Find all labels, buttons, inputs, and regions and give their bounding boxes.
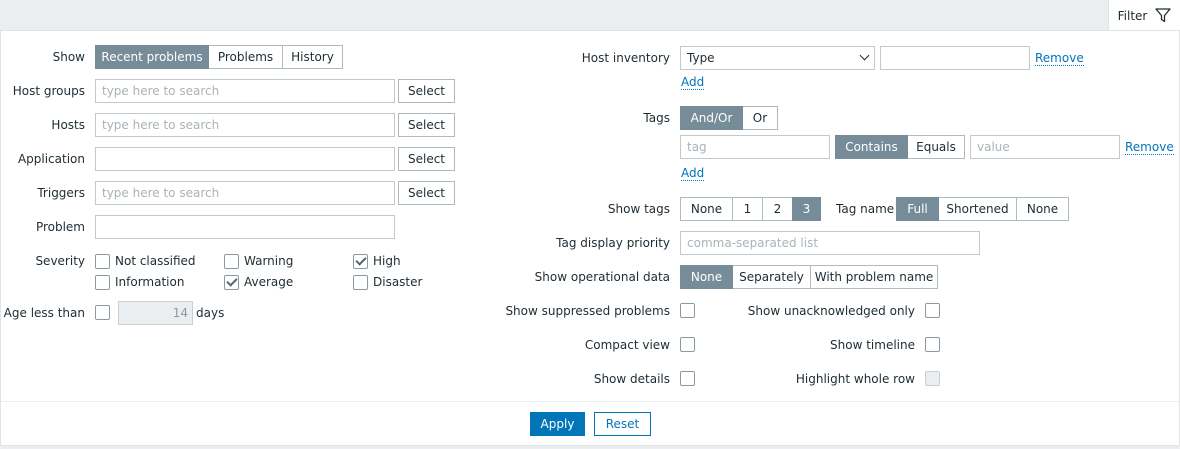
filter-tab[interactable]: Filter xyxy=(1108,0,1180,31)
tag-add-link[interactable]: Add xyxy=(681,166,705,181)
highlight-whole-row-checkbox[interactable] xyxy=(925,371,940,386)
compact-view-label: Compact view xyxy=(584,338,670,352)
application-input[interactable] xyxy=(95,147,395,171)
show-unacknowledged-label: Show unacknowledged only xyxy=(747,304,915,318)
severity-information-label: Information xyxy=(115,275,185,289)
tag-name-segmented: Full Shortened None xyxy=(896,197,1069,221)
filter-panel: Show Recent problems Problems History Ho… xyxy=(0,30,1180,446)
show-tags-3-button[interactable]: 3 xyxy=(792,197,821,221)
show-tags-none-button[interactable]: None xyxy=(680,197,733,221)
operational-data-none-button[interactable]: None xyxy=(680,265,733,289)
show-timeline-checkbox[interactable] xyxy=(925,337,940,352)
show-operational-data-label: Show operational data xyxy=(534,270,670,284)
severity-warning-checkbox[interactable] xyxy=(224,254,239,269)
age-days-input[interactable]: 14 xyxy=(118,301,193,325)
tags-and-or-button[interactable]: And/Or xyxy=(680,106,743,130)
apply-button[interactable]: Apply xyxy=(530,412,585,436)
tag-display-priority-label: Tag display priority xyxy=(556,236,670,250)
tag-display-priority-input[interactable] xyxy=(680,231,980,255)
host-inventory-type-select[interactable]: Type xyxy=(680,46,875,70)
severity-disaster-checkbox[interactable] xyxy=(353,275,368,290)
show-tags-segmented: None 1 2 3 xyxy=(680,197,821,221)
tag-remove-link[interactable]: Remove xyxy=(1125,140,1174,155)
show-details-checkbox[interactable] xyxy=(680,371,695,386)
tags-or-button[interactable]: Or xyxy=(742,106,778,130)
reset-button[interactable]: Reset xyxy=(594,412,651,436)
hosts-select-button[interactable]: Select xyxy=(398,113,455,137)
filter-tab-label: Filter xyxy=(1117,8,1148,23)
age-less-than-label: Age less than xyxy=(3,306,85,320)
funnel-icon xyxy=(1155,8,1172,23)
show-details-label: Show details xyxy=(593,372,670,386)
tags-label: Tags xyxy=(643,111,670,125)
hosts-input[interactable] xyxy=(95,113,395,137)
tag-name-full-button[interactable]: Full xyxy=(896,197,939,221)
show-tags-2-button[interactable]: 2 xyxy=(762,197,793,221)
host-inventory-remove-link[interactable]: Remove xyxy=(1035,51,1084,66)
host-inventory-value-input[interactable] xyxy=(880,46,1030,70)
severity-not-classified-checkbox[interactable] xyxy=(95,254,110,269)
tag-name-shortened-button[interactable]: Shortened xyxy=(938,197,1017,221)
severity-average-checkbox[interactable] xyxy=(224,275,239,290)
severity-label: Severity xyxy=(35,254,85,268)
application-select-button[interactable]: Select xyxy=(398,147,455,171)
show-label: Show xyxy=(52,50,85,64)
show-segmented: Recent problems Problems History xyxy=(95,45,343,69)
severity-information-checkbox[interactable] xyxy=(95,275,110,290)
show-tags-label: Show tags xyxy=(607,202,670,216)
chevron-down-icon xyxy=(859,50,870,61)
show-timeline-label: Show timeline xyxy=(830,338,915,352)
problem-input[interactable] xyxy=(95,215,395,239)
severity-warning-label: Warning xyxy=(244,254,294,268)
show-recent-problems-button[interactable]: Recent problems xyxy=(95,45,209,69)
tag-value-input[interactable] xyxy=(970,135,1120,159)
tags-operator-segmented: And/Or Or xyxy=(680,106,778,130)
application-label: Application xyxy=(17,152,85,166)
problem-label: Problem xyxy=(35,220,85,234)
host-groups-select-button[interactable]: Select xyxy=(398,79,455,103)
show-tags-1-button[interactable]: 1 xyxy=(732,197,763,221)
operational-data-with-problem-name-button[interactable]: With problem name xyxy=(810,265,938,289)
show-unacknowledged-checkbox[interactable] xyxy=(925,303,940,318)
severity-disaster-label: Disaster xyxy=(373,275,423,289)
show-suppressed-label: Show suppressed problems xyxy=(505,304,670,318)
show-suppressed-checkbox[interactable] xyxy=(680,303,695,318)
host-inventory-add-link[interactable]: Add xyxy=(681,75,705,90)
operational-data-segmented: None Separately With problem name xyxy=(680,265,938,289)
triggers-input[interactable] xyxy=(95,181,395,205)
severity-average-label: Average xyxy=(244,275,294,289)
top-bar xyxy=(0,0,1180,30)
tag-equals-button[interactable]: Equals xyxy=(907,135,965,159)
age-less-than-checkbox[interactable] xyxy=(95,305,110,320)
tag-contains-button[interactable]: Contains xyxy=(835,135,908,159)
severity-high-label: High xyxy=(373,254,401,268)
tag-name-label: Tag name xyxy=(836,202,895,216)
severity-not-classified-label: Not classified xyxy=(115,254,196,268)
compact-view-checkbox[interactable] xyxy=(680,337,695,352)
show-problems-button[interactable]: Problems xyxy=(208,45,283,69)
operational-data-separately-button[interactable]: Separately xyxy=(732,265,811,289)
triggers-select-button[interactable]: Select xyxy=(398,181,455,205)
tag-name-input[interactable] xyxy=(680,135,830,159)
highlight-whole-row-label: Highlight whole row xyxy=(795,372,915,386)
tag-name-none-button[interactable]: None xyxy=(1016,197,1069,221)
host-inventory-type-value: Type xyxy=(687,51,715,65)
tag-match-segmented: Contains Equals xyxy=(835,135,965,159)
age-unit-label: days xyxy=(196,306,225,320)
footer-divider xyxy=(1,401,1179,402)
hosts-label: Hosts xyxy=(51,118,85,132)
host-groups-input[interactable] xyxy=(95,79,395,103)
triggers-label: Triggers xyxy=(37,186,85,200)
show-history-button[interactable]: History xyxy=(282,45,343,69)
host-groups-label: Host groups xyxy=(12,84,85,98)
host-inventory-label: Host inventory xyxy=(581,51,670,65)
severity-high-checkbox[interactable] xyxy=(353,254,368,269)
